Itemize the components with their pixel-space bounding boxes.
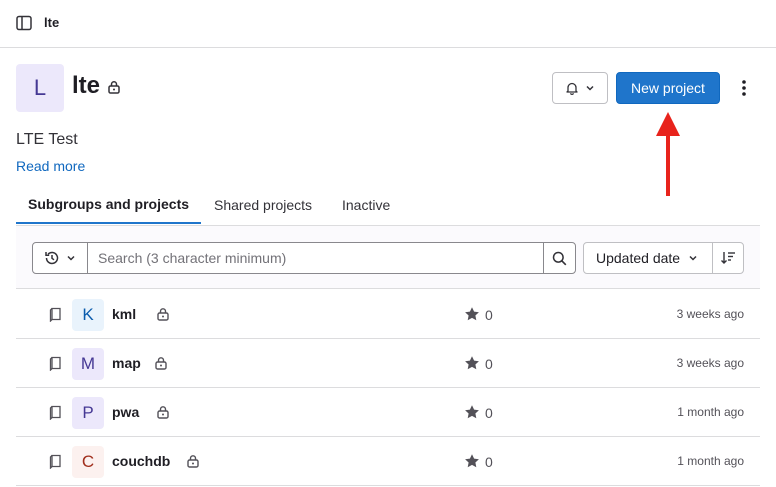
recent-searches-button[interactable] [32, 242, 88, 274]
project-avatar: P [72, 397, 104, 429]
project-name-link[interactable]: kml [112, 306, 136, 322]
star-icon [465, 405, 479, 419]
annotation-arrow [656, 112, 680, 196]
star-icon [465, 454, 479, 468]
project-row[interactable]: K kml 0 3 weeks ago [16, 290, 760, 339]
chevron-down-icon [689, 255, 697, 261]
notification-settings-button[interactable] [552, 72, 608, 104]
lock-icon [155, 357, 167, 370]
new-project-button[interactable]: New project [616, 72, 720, 104]
read-more-link[interactable]: Read more [16, 158, 85, 174]
lock-icon [108, 81, 120, 94]
updated-time: 3 weeks ago [676, 356, 744, 370]
project-name-link[interactable]: map [112, 355, 141, 371]
star-count: 0 [485, 405, 493, 421]
sidebar-toggle-icon[interactable] [16, 15, 32, 31]
star-icon [465, 356, 479, 370]
project-avatar: K [72, 299, 104, 331]
group-avatar: L [16, 64, 64, 112]
search-button[interactable] [543, 242, 576, 274]
project-avatar: M [72, 348, 104, 380]
project-icon [49, 405, 61, 420]
updated-time: 1 month ago [677, 405, 744, 419]
project-avatar: C [72, 446, 104, 478]
star-count: 0 [485, 454, 493, 470]
group-description: LTE Test [16, 131, 78, 148]
tab-inactive[interactable]: Inactive [330, 186, 402, 224]
updated-time: 1 month ago [677, 454, 744, 468]
project-name-link[interactable]: couchdb [112, 453, 170, 469]
project-icon [49, 307, 61, 322]
breadcrumb-group[interactable]: lte [44, 15, 59, 30]
sort-direction-button[interactable] [712, 242, 744, 274]
tab-subgroups-and-projects[interactable]: Subgroups and projects [16, 186, 202, 224]
star-icon [465, 307, 479, 321]
filter-bar: Updated date [16, 225, 760, 289]
project-list: K kml 0 3 weeks ago M map 0 3 weeks ago [16, 290, 760, 486]
star-count: 0 [485, 356, 493, 372]
star-count: 0 [485, 307, 493, 323]
updated-time: 3 weeks ago [676, 307, 744, 321]
project-row[interactable]: C couchdb 0 1 month ago [16, 437, 760, 486]
chevron-down-icon [586, 85, 594, 91]
sort-field-dropdown[interactable]: Updated date [583, 242, 713, 274]
bell-icon [566, 82, 578, 95]
project-icon [49, 356, 61, 371]
sort-field-label: Updated date [596, 250, 681, 266]
lock-icon [157, 308, 169, 321]
lock-icon [187, 455, 199, 468]
top-bar: lte [0, 0, 776, 48]
project-row[interactable]: M map 0 3 weeks ago [16, 339, 760, 388]
group-title: lte [72, 72, 101, 99]
tab-shared-projects[interactable]: Shared projects [202, 186, 324, 224]
tabs-bar: Subgroups and projects Shared projects I… [16, 186, 760, 224]
lock-icon [157, 406, 169, 419]
more-actions-button[interactable] [732, 76, 756, 100]
history-icon [45, 251, 59, 265]
sort-descending-icon [721, 252, 735, 264]
project-row[interactable]: P pwa 0 1 month ago [16, 388, 760, 437]
search-icon [552, 251, 567, 265]
project-icon [49, 454, 61, 469]
search-input[interactable] [87, 242, 544, 274]
more-vertical-icon [742, 80, 746, 96]
project-name-link[interactable]: pwa [112, 404, 139, 420]
chevron-down-icon [67, 255, 75, 261]
